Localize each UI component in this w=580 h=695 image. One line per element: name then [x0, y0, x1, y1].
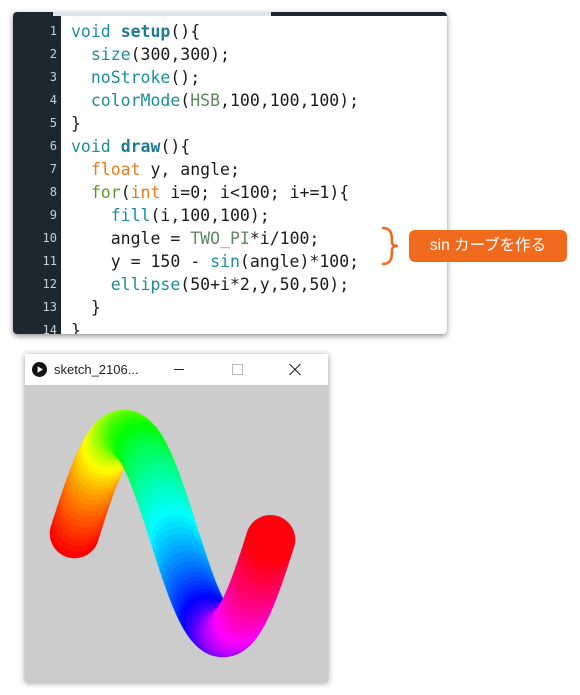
code-token: (50+i*2,y,50,50);	[180, 275, 350, 294]
code-line[interactable]: fill(i,100,100);	[71, 204, 270, 227]
sketch-canvas	[25, 385, 328, 682]
code-line[interactable]: ellipse(50+i*2,y,50,50);	[71, 273, 349, 296]
code-token: (	[120, 183, 131, 202]
code-token: ();	[170, 68, 201, 87]
code-token: }	[71, 298, 101, 317]
line-number: 4	[49, 93, 57, 107]
code-token: y, angle;	[140, 160, 240, 179]
code-token: fill	[110, 206, 151, 225]
line-number: 7	[49, 162, 57, 176]
code-token: void	[71, 22, 111, 41]
code-token: ellipse	[110, 275, 181, 294]
code-token: setup	[120, 22, 171, 41]
maximize-icon	[232, 364, 243, 375]
code-token: (){	[160, 137, 191, 156]
line-number: 10	[42, 231, 57, 245]
window-titlebar[interactable]: sketch_2106...	[25, 354, 328, 385]
code-token: }	[71, 321, 81, 334]
code-line[interactable]: void draw(){	[71, 135, 190, 158]
code-line[interactable]: void setup(){	[71, 20, 200, 43]
code-line[interactable]: colorMode(HSB,100,100,100);	[71, 89, 359, 112]
minimize-icon	[174, 369, 184, 370]
line-number: 8	[49, 185, 57, 199]
code-token: colorMode	[90, 91, 181, 110]
line-number: 5	[49, 116, 57, 130]
code-editor[interactable]: 1 2 3 4 5 6 7 8 9 10 11 12 13 14 void setup(){ size(3…	[13, 12, 447, 334]
code-token: void	[71, 137, 111, 156]
line-number: 14	[42, 323, 57, 334]
code-token: draw	[120, 137, 161, 156]
code-token: }	[71, 114, 81, 133]
code-token: angle =	[71, 229, 191, 248]
code-line[interactable]: }	[71, 296, 101, 319]
line-number: 1	[49, 24, 57, 38]
code-line[interactable]: y = 150 - sin(angle)*100;	[71, 250, 359, 273]
code-token: int	[130, 183, 161, 202]
minimize-button[interactable]	[156, 354, 202, 385]
code-token: (	[180, 91, 191, 110]
code-token: (300,300);	[130, 45, 230, 64]
editor-top-bar	[13, 12, 447, 16]
code-token: y = 150 -	[71, 252, 211, 271]
line-number: 11	[42, 254, 57, 268]
code-token: size	[90, 45, 131, 64]
close-button[interactable]	[272, 354, 318, 385]
line-number-gutter: 1 2 3 4 5 6 7 8 9 10 11 12 13 14	[13, 16, 61, 334]
maximize-button[interactable]	[214, 354, 260, 385]
window-title: sketch_2106...	[54, 362, 139, 377]
ellipse	[245, 514, 296, 565]
code-token: for	[90, 183, 121, 202]
code-token: HSB	[190, 91, 221, 110]
line-number: 12	[42, 277, 57, 291]
code-token: (i,100,100);	[150, 206, 270, 225]
code-token: (){	[170, 22, 201, 41]
line-number: 9	[49, 208, 57, 222]
code-line[interactable]: }	[71, 112, 81, 135]
code-token: ,100,100,100);	[220, 91, 360, 110]
code-line[interactable]: for(int i=0; i<100; i+=1){	[71, 181, 349, 204]
line-number: 13	[42, 300, 57, 314]
code-line[interactable]: }	[71, 319, 81, 334]
brace-icon	[381, 226, 399, 266]
code-token: noStroke	[90, 68, 171, 87]
code-token: (angle)*100;	[239, 252, 360, 271]
editor-tab-strip	[53, 12, 271, 16]
code-line[interactable]: size(300,300);	[71, 43, 230, 66]
line-number: 3	[49, 70, 57, 84]
code-line[interactable]: float y, angle;	[71, 158, 240, 181]
code-token: i=0; i<100; i+=1){	[160, 183, 350, 202]
code-token: float	[90, 160, 141, 179]
line-number: 6	[49, 139, 57, 153]
code-token: *i/100;	[249, 229, 320, 248]
annotation-callout: sin カーブを作る	[409, 230, 567, 262]
code-token: TWO_PI	[190, 229, 250, 248]
code-line[interactable]: angle = TWO_PI*i/100;	[71, 227, 320, 250]
line-number: 2	[49, 47, 57, 61]
play-icon	[32, 362, 47, 377]
code-line[interactable]: noStroke();	[71, 66, 200, 89]
sketch-window[interactable]: sketch_2106...	[25, 354, 328, 682]
close-icon	[289, 363, 301, 376]
code-token: sin	[210, 252, 240, 271]
